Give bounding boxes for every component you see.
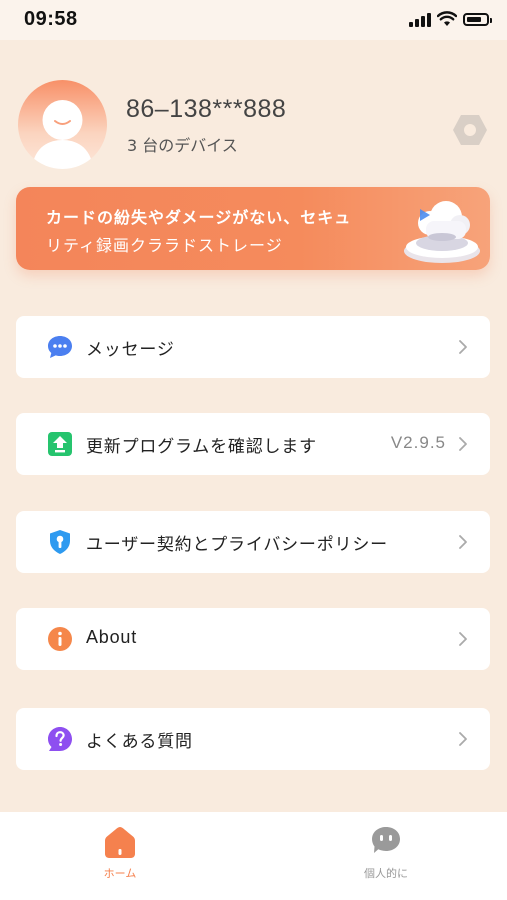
tab-home-label: ホーム (103, 867, 137, 880)
cloud-storage-banner[interactable]: カードの紛失やダメージがない、セキュ リティ録画クララドストレージ (16, 187, 490, 270)
cloud-camera-icon (404, 201, 480, 263)
status-bar: 09:58 (0, 0, 507, 40)
chevron-right-icon (459, 437, 467, 451)
profile-icon (372, 827, 400, 853)
menu-item-faq[interactable]: よくある質問 (16, 708, 490, 770)
tab-profile-label: 個人的に (364, 867, 408, 880)
menu-item-about[interactable]: About (16, 608, 490, 670)
phone-number: 86–138***888 (126, 95, 287, 123)
message-icon (48, 336, 72, 358)
status-time: 09:58 (24, 8, 78, 30)
banner-text-line1: カードの紛失やダメージがない、セキュ (46, 208, 352, 227)
menu-item-label: About (86, 627, 138, 647)
status-icons (409, 11, 492, 27)
home-icon (105, 827, 135, 858)
tab-home[interactable]: ホーム (60, 812, 180, 900)
menu-item-user-agreement-privacy[interactable]: ユーザー契約とプライバシーポリシー (16, 511, 490, 573)
chevron-right-icon (459, 340, 467, 354)
info-icon (48, 627, 72, 651)
app-version: V2.9.5 (390, 433, 446, 452)
menu-item-messages[interactable]: メッセージ (16, 316, 490, 378)
chevron-right-icon (459, 732, 467, 746)
device-count[interactable]: 3 台のデバイス (127, 132, 238, 156)
menu-item-label: メッセージ (86, 340, 175, 360)
menu-item-label: 更新プログラムを確認します (86, 437, 317, 457)
menu-item-label: よくある質問 (86, 732, 193, 752)
banner-text-line2: リティ録画クララドストレージ (46, 236, 283, 255)
tab-profile[interactable]: 個人的に (326, 812, 446, 900)
battery-icon (463, 12, 492, 26)
update-icon (48, 432, 72, 456)
shield-icon (50, 530, 70, 554)
wifi-icon (437, 11, 457, 26)
chevron-right-icon (459, 632, 467, 646)
question-icon (48, 727, 72, 751)
settings-icon[interactable] (452, 112, 488, 148)
avatar[interactable] (18, 80, 107, 169)
bottom-tab-bar: ホーム 個人的に (0, 812, 507, 900)
menu-item-check-update[interactable]: 更新プログラムを確認します V2.9.5 (16, 413, 490, 475)
menu-item-label: ユーザー契約とプライバシーポリシー (86, 535, 388, 555)
avatar-person-icon (32, 100, 93, 169)
signal-icon (409, 11, 431, 27)
chevron-right-icon (459, 535, 467, 549)
